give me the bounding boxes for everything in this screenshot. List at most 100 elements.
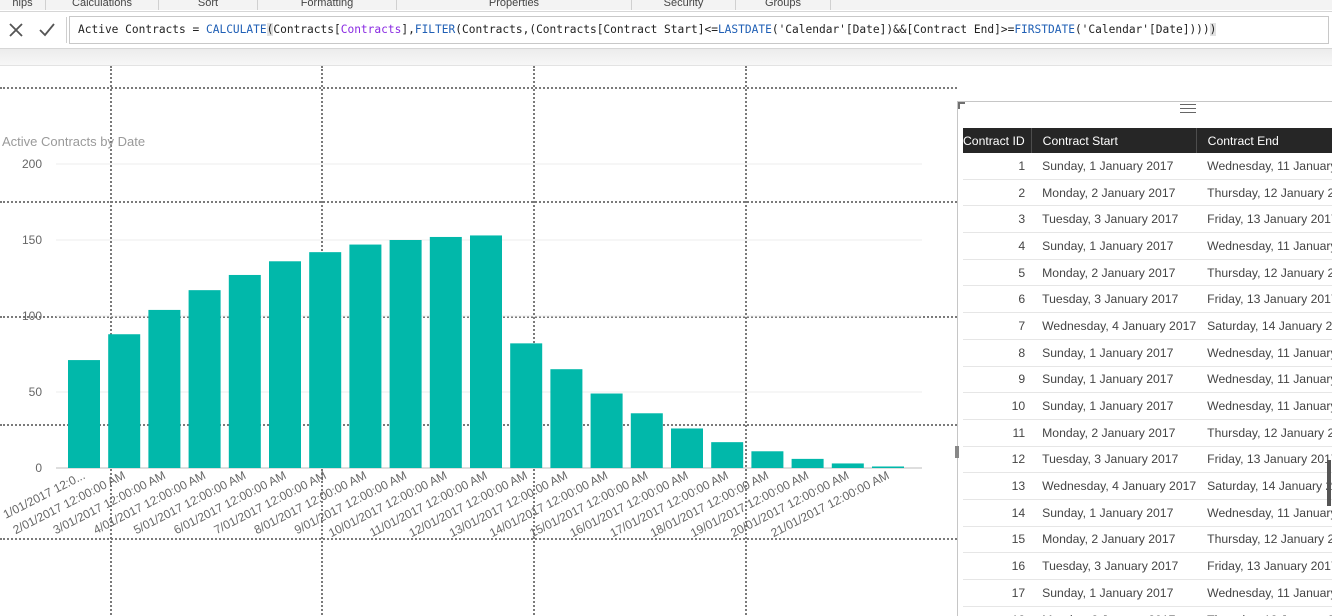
table-row[interactable]: 4 Sunday, 1 January 2017 Wednesday, 11 Jan… bbox=[963, 232, 1332, 260]
bar[interactable] bbox=[228, 274, 261, 468]
drag-grip-icon[interactable] bbox=[1180, 104, 1196, 114]
cell-contract-end: Thursday, 12 January 2017 bbox=[1196, 259, 1332, 287]
cell-contract-end: Thursday, 12 January 2017 bbox=[1196, 419, 1332, 447]
bar[interactable] bbox=[108, 334, 141, 468]
cell-contract-start: Tuesday, 3 January 2017 bbox=[1031, 552, 1197, 580]
bar[interactable] bbox=[831, 463, 864, 468]
table-row[interactable]: 14 Sunday, 1 January 2017 Wednesday, 11 Ja… bbox=[963, 499, 1332, 527]
cell-contract-id: 4 bbox=[963, 232, 1032, 260]
cell-contract-start: Sunday, 1 January 2017 bbox=[1031, 499, 1197, 527]
table-row[interactable]: 1 Sunday, 1 January 2017 Wednesday, 11 Jan… bbox=[963, 153, 1332, 180]
bar[interactable] bbox=[630, 413, 663, 468]
ribbon-group-properties: Properties bbox=[397, 0, 632, 10]
cell-contract-end: Wednesday, 11 January 2017 bbox=[1196, 392, 1332, 420]
cell-contract-id: 7 bbox=[963, 312, 1032, 340]
column-header-contract-id[interactable]: Contract ID bbox=[963, 128, 1032, 153]
formula-bar: Active Contracts = CALCULATE(Contracts[C… bbox=[0, 11, 1332, 49]
table-row[interactable]: 16 Tuesday, 3 January 2017 Friday, 13 Janu… bbox=[963, 552, 1332, 580]
cell-contract-id: 2 bbox=[963, 179, 1032, 207]
grid-dotline bbox=[0, 87, 957, 89]
cell-contract-start: Tuesday, 3 January 2017 bbox=[1031, 205, 1197, 234]
column-header-contract-start[interactable]: Contract Start bbox=[1031, 128, 1197, 153]
formula-token: (Contracts,(Contracts[Contract Start]<= bbox=[455, 23, 718, 36]
resize-handle-top-left[interactable] bbox=[958, 102, 965, 109]
bar[interactable] bbox=[470, 235, 502, 468]
cell-contract-end: Wednesday, 11 January 2017 bbox=[1196, 339, 1332, 367]
table-row[interactable]: 7 Wednesday, 4 January 2017 Saturday, 14 J… bbox=[963, 312, 1332, 340]
cell-contract-start: Monday, 2 January 2017 bbox=[1031, 419, 1197, 447]
y-tick-label: 150 bbox=[22, 233, 42, 247]
bar[interactable] bbox=[590, 393, 623, 468]
cell-contract-end: Saturday, 14 January 2017 bbox=[1196, 312, 1332, 340]
scrollbar-thumb[interactable] bbox=[1327, 460, 1331, 506]
ribbon-group-sort: Sort bbox=[159, 0, 258, 10]
table-row[interactable]: 9 Sunday, 1 January 2017 Wednesday, 11 Jan… bbox=[963, 366, 1332, 394]
bar[interactable] bbox=[711, 442, 744, 468]
cell-contract-start: Sunday, 1 January 2017 bbox=[1031, 153, 1197, 180]
bar[interactable] bbox=[751, 451, 784, 468]
formula-input[interactable]: Active Contracts = CALCULATE(Contracts[C… bbox=[69, 16, 1329, 44]
table-row[interactable]: 15 Monday, 2 January 2017 Thursday, 12 Jan… bbox=[963, 526, 1332, 554]
cell-contract-start: Sunday, 1 January 2017 bbox=[1031, 232, 1197, 260]
cell-contract-start: Sunday, 1 January 2017 bbox=[1031, 579, 1197, 607]
table-row[interactable]: 13 Wednesday, 4 January 2017 Saturday, 14 … bbox=[963, 472, 1332, 500]
bar[interactable] bbox=[68, 360, 100, 468]
bar-chart[interactable]: 0501001502001/01/2017 12:0...2/01/2017 1… bbox=[0, 148, 940, 615]
table-row[interactable]: 2 Monday, 2 January 2017 Thursday, 12 Janu… bbox=[963, 179, 1332, 207]
formula-token: ('Calendar'[Date]))) bbox=[1074, 23, 1210, 36]
formula-token: Active Contracts = bbox=[78, 23, 206, 36]
table-row[interactable]: 3 Tuesday, 3 January 2017 Friday, 13 Janua… bbox=[963, 205, 1332, 234]
resize-handle-left[interactable] bbox=[955, 446, 959, 458]
cell-contract-start: Monday, 2 January 2017 bbox=[1031, 526, 1197, 554]
cell-contract-end: Thursday, 12 January 2017 bbox=[1196, 526, 1332, 554]
cell-contract-id: 13 bbox=[963, 472, 1032, 500]
bar[interactable] bbox=[269, 261, 301, 468]
bar[interactable] bbox=[510, 343, 543, 468]
cell-contract-end: Wednesday, 11 January 2017 bbox=[1196, 153, 1332, 180]
chart-title: Active Contracts by Date bbox=[2, 134, 146, 149]
bar[interactable] bbox=[671, 428, 703, 468]
formula-token: ) bbox=[1209, 23, 1217, 36]
formula-token: LASTDATE bbox=[717, 23, 772, 36]
bar[interactable] bbox=[188, 290, 221, 468]
column-header-contract-end[interactable]: Contract End bbox=[1196, 128, 1332, 153]
formula-token: Contracts bbox=[340, 23, 402, 36]
report-canvas[interactable]: Active Contracts by Date 0 50 100 150 200 1/0… bbox=[0, 66, 1332, 616]
bar[interactable] bbox=[349, 244, 382, 468]
y-tick-label: 0 bbox=[35, 461, 42, 475]
cell-contract-end: Wednesday, 11 January 2017 bbox=[1196, 579, 1332, 607]
bar[interactable] bbox=[429, 236, 462, 468]
table-row[interactable]: 10 Sunday, 1 January 2017 Wednesday, 11 Ja… bbox=[963, 392, 1332, 420]
check-icon bbox=[39, 23, 55, 37]
cell-contract-start: Sunday, 1 January 2017 bbox=[1031, 366, 1197, 394]
table-row[interactable]: 6 Tuesday, 3 January 2017 Friday, 13 Janua… bbox=[963, 285, 1332, 314]
bar[interactable] bbox=[550, 369, 583, 468]
bar[interactable] bbox=[309, 252, 342, 468]
cancel-formula-button[interactable] bbox=[0, 12, 32, 48]
ribbon-group-groups: Groups bbox=[736, 0, 831, 10]
cell-contract-end: Friday, 13 January 2017 bbox=[1196, 552, 1332, 580]
table-row[interactable]: 12 Tuesday, 3 January 2017 Friday, 13 Janu… bbox=[963, 446, 1332, 474]
formula-token: CALCULATE bbox=[205, 23, 267, 36]
cell-contract-id: 9 bbox=[963, 366, 1032, 394]
bar[interactable] bbox=[791, 458, 824, 468]
y-tick-label: 50 bbox=[29, 385, 43, 399]
cell-contract-end: Friday, 13 January 2017 bbox=[1196, 205, 1332, 234]
cell-contract-end: Friday, 13 January 2017 bbox=[1196, 446, 1332, 474]
commit-formula-button[interactable] bbox=[31, 12, 63, 48]
table-header-row: Contract ID Contract Start Contract End bbox=[963, 128, 1332, 153]
bar[interactable] bbox=[872, 466, 904, 468]
contracts-table-visual[interactable]: Contract ID Contract Start Contract End … bbox=[957, 101, 1332, 616]
table-row[interactable]: 17 Sunday, 1 January 2017 Wednesday, 11 Ja… bbox=[963, 579, 1332, 607]
table-row[interactable]: 5 Monday, 2 January 2017 Thursday, 12 Janu… bbox=[963, 259, 1332, 287]
bar[interactable] bbox=[389, 240, 422, 468]
formula-bar-divider bbox=[66, 17, 67, 43]
cell-contract-id: 15 bbox=[963, 526, 1032, 554]
formula-token: FIRSTDATE bbox=[1014, 23, 1075, 36]
table-row[interactable]: 11 Monday, 2 January 2017 Thursday, 12 Jan… bbox=[963, 419, 1332, 447]
cell-contract-start: Tuesday, 3 January 2017 bbox=[1031, 446, 1197, 474]
bar[interactable] bbox=[148, 309, 181, 468]
table-row[interactable]: 8 Sunday, 1 January 2017 Wednesday, 11 Jan… bbox=[963, 339, 1332, 367]
cell-contract-id: 14 bbox=[963, 499, 1032, 527]
cell-contract-id: 5 bbox=[963, 259, 1032, 287]
